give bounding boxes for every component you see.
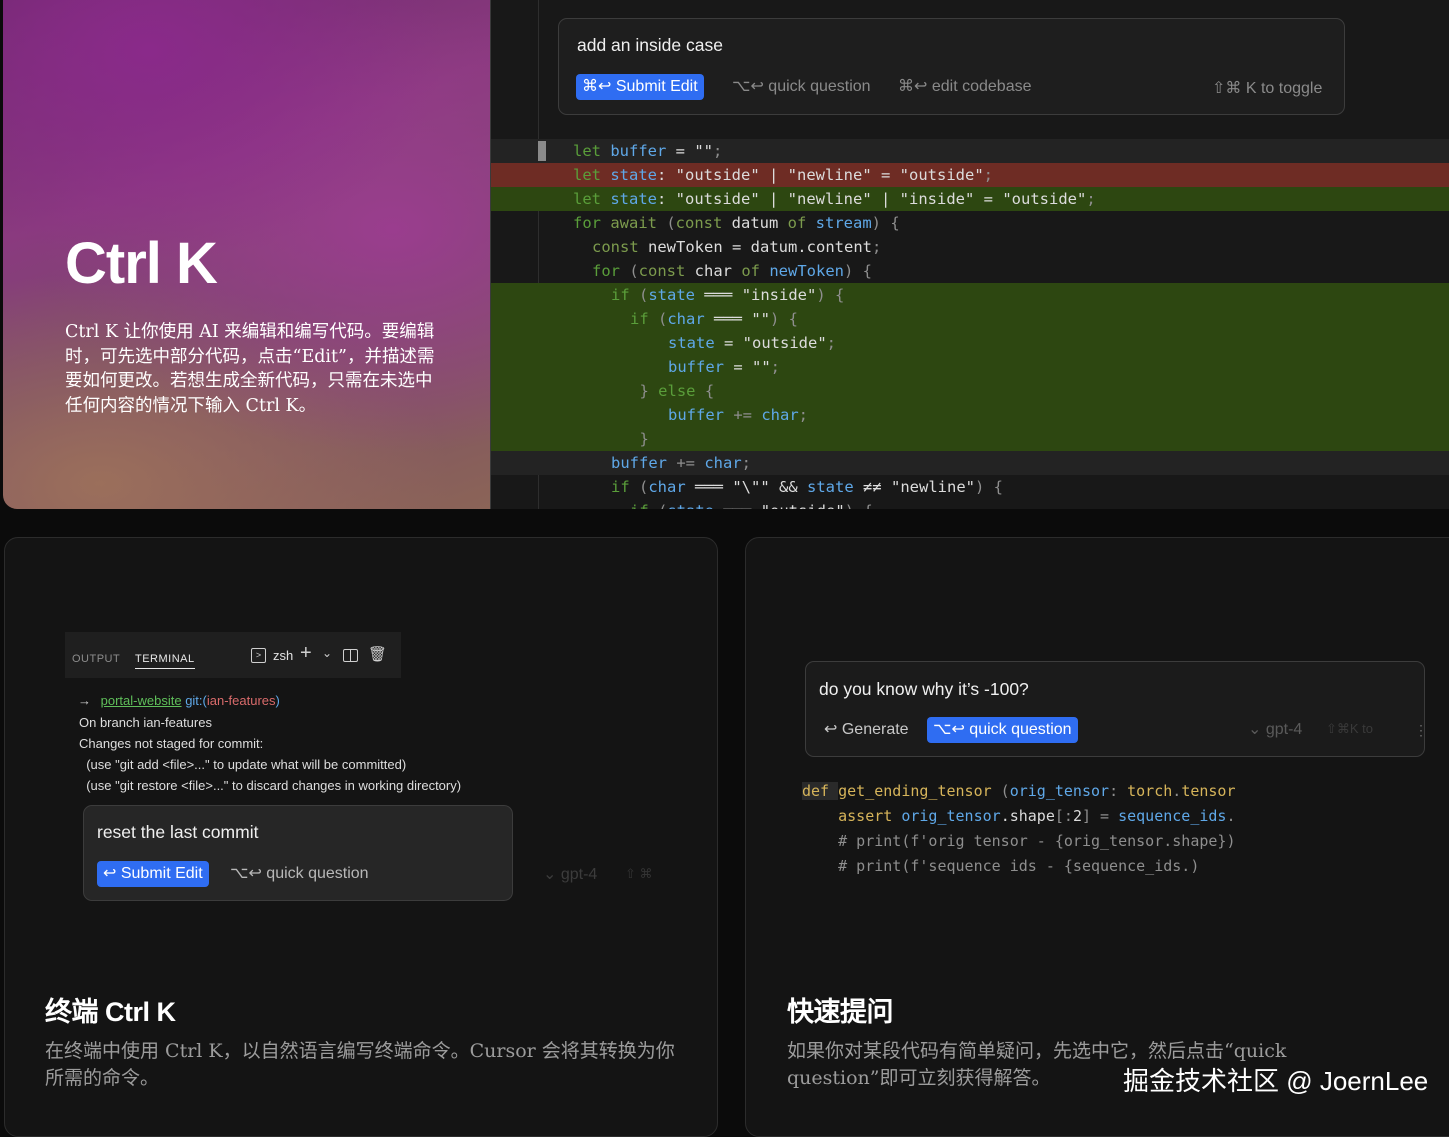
code-text: if (state ═══ "outside") { (630, 499, 873, 509)
chevron-down-icon[interactable]: ⌄ (322, 646, 332, 660)
code-text: for (const char of newToken) { (592, 262, 872, 280)
prompt-branch: ian-features (206, 693, 276, 708)
submit-edit-button[interactable]: ↩ Submit Edit (97, 861, 209, 887)
code-line[interactable]: let state: "outside" | "newline" = "outs… (491, 163, 1449, 187)
model-hint: ⌄ gpt-4 (1248, 721, 1303, 738)
toggle-hint: ⇧ ⌘ (625, 866, 653, 881)
terminal-ctrl-k-box[interactable]: reset the last commit ↩ Submit Edit ⌥↩ q… (83, 805, 513, 901)
tab-terminal[interactable]: TERMINAL (135, 653, 195, 669)
terminal-line: (use "git add <file>..." to update what … (79, 757, 407, 772)
question-input[interactable]: do you know why it’s -100? (819, 679, 1029, 700)
code-line[interactable]: buffer = ""; (491, 355, 1449, 379)
code-line[interactable]: } else { (491, 379, 1449, 403)
trash-icon[interactable]: 🗑 (368, 645, 387, 663)
code-text: state = "outside"; (668, 334, 837, 352)
terminal-panel-header: OUTPUT TERMINAL > zsh + ⌄ 🗑 (65, 632, 401, 678)
terminal-line: Changes not staged for commit: (79, 736, 264, 751)
terminal-prompt-line: → portal-website git:(ian-features) (78, 693, 280, 708)
code-text: buffer = ""; (668, 358, 781, 376)
code-line[interactable]: let state: "outside" | "newline" | "insi… (491, 187, 1449, 211)
command-input[interactable]: reset the last commit (97, 822, 258, 843)
edit-codebase-button[interactable]: ⌘↩ edit codebase (892, 74, 1037, 100)
code-line[interactable]: } (491, 427, 1449, 451)
code-text: } else { (639, 382, 715, 400)
quick-question-button[interactable]: ⌥↩ quick question (927, 717, 1078, 743)
terminal-ctrl-k-card: OUTPUT TERMINAL > zsh + ⌄ 🗑 → portal-web… (4, 537, 718, 1137)
hero-title: Ctrl K (65, 231, 218, 296)
toggle-hint: ⇧⌘K to (1326, 721, 1374, 736)
card-description: 在终端中使用 Ctrl K，以自然语言编写终端命令。Cursor 会将其转换为你… (45, 1040, 675, 1089)
code-line[interactable]: if (state ═══ "outside") { (491, 499, 1449, 509)
code-editor[interactable]: let buffer = ""; let state: "outside" | "… (490, 0, 1449, 509)
code-text: if (char ═══ "") { (630, 310, 799, 328)
split-terminal-icon[interactable] (343, 649, 358, 662)
prompt-arrow: → (78, 693, 91, 708)
tab-output[interactable]: OUTPUT (72, 653, 120, 665)
code-text: buffer += char; (611, 454, 751, 472)
code-line[interactable]: if (state ═══ "inside") { (491, 283, 1449, 307)
code-line: # print(f'orig tensor - {orig_tensor.sha… (802, 832, 1236, 850)
code-line[interactable]: let buffer = ""; (491, 139, 1449, 163)
code-text: for await (const datum of stream) { (573, 214, 900, 232)
code-line: assert orig_tensor.shape[:2] = sequence_… (838, 807, 1236, 825)
quick-question-button[interactable]: ⌥↩ quick question (726, 74, 877, 100)
code-text: if (state ═══ "inside") { (611, 286, 845, 304)
code-text: const newToken = datum.content; (592, 238, 882, 256)
prompt-git: git:( (185, 693, 207, 708)
submit-edit-button[interactable]: ⌘↩ Submit Edit (576, 74, 704, 100)
code-line[interactable]: state = "outside"; (491, 331, 1449, 355)
code-line: # print(f'sequence ids - {sequence_ids.) (802, 857, 1200, 875)
terminal-shell-icon: > (251, 648, 266, 663)
card-title: 快速提问 (787, 997, 894, 1027)
watermark: 掘金技术社区 @ JoernLee (1123, 1066, 1429, 1096)
code-line[interactable]: const newToken = datum.content; (491, 235, 1449, 259)
prompt-directory: portal-website (100, 693, 182, 708)
code-line[interactable]: if (char ═══ "") { (491, 307, 1449, 331)
terminal-line: On branch ian-features (79, 715, 212, 730)
code-text: buffer += char; (668, 406, 808, 424)
quick-question-card: do you know why it’s -100? ↩ Generate ⌥↩… (745, 537, 1449, 1137)
code-text: let state: "outside" | "newline" | "insi… (573, 190, 1096, 208)
toggle-hint: ⇧⌘ K to toggle (1212, 80, 1323, 97)
code-line: def get_ending_tensor (orig_tensor: torc… (802, 782, 1236, 800)
code-text: if (char ═══ "\"" && state ≠≠ "newline")… (611, 478, 1003, 496)
code-text: } (639, 430, 649, 448)
code-line[interactable]: for await (const datum of stream) { (491, 211, 1449, 235)
code-text: let state: "outside" | "newline" = "outs… (573, 166, 994, 184)
prompt-git-end: ) (275, 693, 280, 708)
code-line[interactable]: if (char ═══ "\"" && state ≠≠ "newline")… (491, 475, 1449, 499)
quick-question-box[interactable]: do you know why it’s -100? ↩ Generate ⌥↩… (805, 661, 1425, 757)
code-line[interactable]: buffer += char; (491, 403, 1449, 427)
hero-panel: Ctrl K Ctrl K 让你使用 AI 来编辑和编写代码。要编辑时，可先选中… (3, 0, 490, 509)
new-terminal-icon[interactable]: + (300, 642, 312, 665)
code-line[interactable]: for (const char of newToken) { (491, 259, 1449, 283)
card-title: 终端 Ctrl K (45, 997, 176, 1027)
cursor-marker (538, 141, 546, 161)
model-hint: ⌄ gpt-4 (543, 866, 598, 883)
ctrl-k-prompt-box[interactable]: add an inside case ⌘↩ Submit Edit ⌥↩ qui… (558, 18, 1345, 115)
terminal-line: (use "git restore <file>..." to discard … (79, 778, 462, 793)
more-icon[interactable]: ⋮ (1414, 722, 1428, 739)
code-text: let buffer = ""; (573, 142, 723, 160)
quick-question-button[interactable]: ⌥↩ quick question (224, 861, 375, 887)
code-line[interactable]: buffer += char; (491, 451, 1449, 475)
shell-name[interactable]: zsh (273, 648, 293, 663)
hero-description: Ctrl K 让你使用 AI 来编辑和编写代码。要编辑时，可先选中部分代码，点击… (65, 322, 435, 416)
prompt-input[interactable]: add an inside case (577, 35, 723, 56)
generate-button[interactable]: ↩ Generate (818, 717, 915, 743)
